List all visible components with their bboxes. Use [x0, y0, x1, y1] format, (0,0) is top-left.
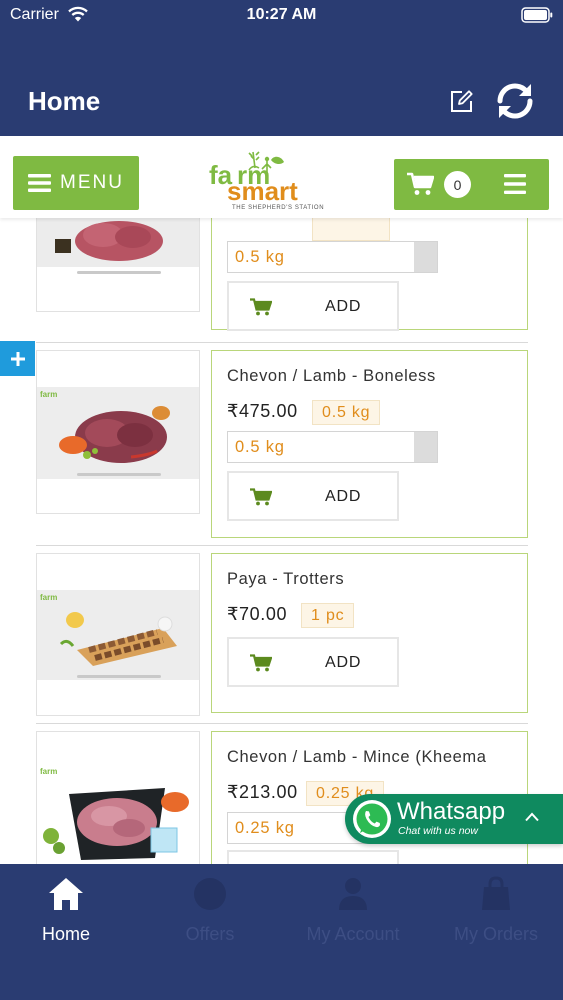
whatsapp-chat-button[interactable]: Whatsapp Chat with us now	[345, 794, 563, 844]
unit-badge: 0.5 kg	[312, 400, 381, 425]
offers-icon	[194, 878, 226, 910]
hamburger-icon[interactable]	[504, 174, 526, 194]
divider	[36, 342, 528, 343]
svg-text:smart: smart	[227, 176, 298, 206]
add-to-cart-button[interactable]	[227, 850, 399, 864]
clock: 10:27 AM	[246, 6, 317, 23]
brand-header: MENU fa rm smart THE SHEPHERD'S STATION …	[0, 136, 563, 218]
hamburger-icon	[28, 174, 52, 192]
image-scroll-indicator	[77, 675, 161, 678]
divider	[36, 545, 528, 546]
product-card: farm Paya - Trotters ₹70.00 1 pc ADD	[36, 553, 528, 716]
divider	[36, 723, 528, 724]
orders-icon	[482, 876, 510, 910]
product-image[interactable]: farm	[36, 553, 200, 716]
product-details: Chevon / Lamb - Boneless ₹475.00 0.5 kg …	[211, 350, 528, 538]
product-name: Paya - Trotters	[227, 570, 345, 588]
tab-my-orders[interactable]: My Orders	[426, 864, 563, 964]
product-image[interactable]: farm	[36, 350, 200, 514]
image-scroll-indicator	[77, 271, 161, 274]
status-bar: Carrier 10:27 AM	[0, 0, 563, 30]
product-card: farm Chevon / Lamb - Boneless ₹475.00 0.…	[36, 350, 528, 538]
cart-icon	[250, 488, 272, 506]
svg-text:farm: farm	[40, 593, 57, 602]
add-label: ADD	[325, 654, 362, 671]
select-arrow	[414, 432, 437, 462]
cart-icon	[250, 298, 272, 316]
home-icon	[49, 878, 83, 910]
product-image[interactable]: farm	[36, 731, 200, 864]
whatsapp-title: Whatsapp	[397, 798, 506, 825]
tab-my-account[interactable]: My Account	[283, 864, 423, 964]
tab-label: My Orders	[453, 924, 538, 944]
whatsapp-subtitle: Chat with us now	[398, 825, 478, 837]
quantity-value: 0.5 kg	[235, 438, 285, 456]
refresh-icon[interactable]	[494, 80, 536, 122]
cart-count-badge: 0	[444, 171, 471, 198]
add-to-cart-button[interactable]: ADD	[227, 471, 399, 521]
whatsapp-icon	[353, 800, 391, 838]
add-label: ADD	[325, 488, 362, 505]
quantity-value: 0.5 kg	[235, 248, 285, 266]
tab-home[interactable]: Home	[0, 864, 136, 964]
product-details: 0.5 kg ADD	[211, 218, 528, 331]
page-title: Home	[28, 86, 101, 116]
add-to-cart-button[interactable]: ADD	[227, 281, 399, 331]
account-icon	[339, 878, 367, 910]
tab-bar: Home Offers My Account My Orders	[0, 864, 563, 1000]
tab-label: Home	[41, 924, 90, 944]
unit-badge: 1 pc	[301, 603, 355, 628]
farm-smart-logo[interactable]: fa rm smart THE SHEPHERD'S STATION	[205, 146, 333, 212]
product-list[interactable]: 0.5 kg ADD farm Chevon / Lamb - Boneless…	[0, 218, 563, 864]
svg-text:farm: farm	[40, 390, 57, 399]
product-name: Chevon / Lamb - Mince (Kheema	[227, 748, 487, 766]
product-price: ₹475.00	[227, 401, 298, 421]
chevron-up-icon[interactable]	[525, 812, 539, 822]
product-price: ₹70.00	[227, 604, 288, 624]
menu-label: MENU	[60, 172, 124, 193]
tab-offers[interactable]: Offers	[140, 864, 280, 964]
edit-icon[interactable]	[449, 89, 474, 114]
tab-label: My Account	[306, 924, 400, 944]
svg-text:farm: farm	[40, 767, 57, 776]
select-arrow	[414, 242, 437, 272]
expand-tab[interactable]	[0, 341, 35, 376]
quantity-value: 0.25 kg	[235, 819, 295, 837]
add-label: ADD	[325, 298, 362, 315]
battery-icon	[521, 7, 553, 23]
cart-button[interactable]: 0	[394, 159, 549, 210]
plus-icon	[10, 351, 25, 366]
product-card: 0.5 kg ADD	[36, 218, 528, 338]
cart-icon	[407, 172, 434, 195]
product-name: Chevon / Lamb - Boneless	[227, 367, 436, 385]
tab-label: Offers	[185, 924, 235, 944]
add-to-cart-button[interactable]: ADD	[227, 637, 399, 687]
product-image[interactable]	[36, 218, 200, 312]
quantity-select[interactable]: 0.5 kg	[227, 241, 438, 273]
svg-text:THE SHEPHERD'S STATION: THE SHEPHERD'S STATION	[232, 205, 324, 211]
cart-icon	[250, 654, 272, 672]
menu-button[interactable]: MENU	[13, 156, 139, 210]
navigation-bar: Carrier 10:27 AM Home	[0, 0, 563, 136]
image-scroll-indicator	[77, 473, 161, 476]
product-price: ₹213.00	[227, 782, 298, 802]
product-details: Paya - Trotters ₹70.00 1 pc ADD	[211, 553, 528, 713]
quantity-select[interactable]: 0.5 kg	[227, 431, 438, 463]
unit-badge	[312, 218, 390, 241]
